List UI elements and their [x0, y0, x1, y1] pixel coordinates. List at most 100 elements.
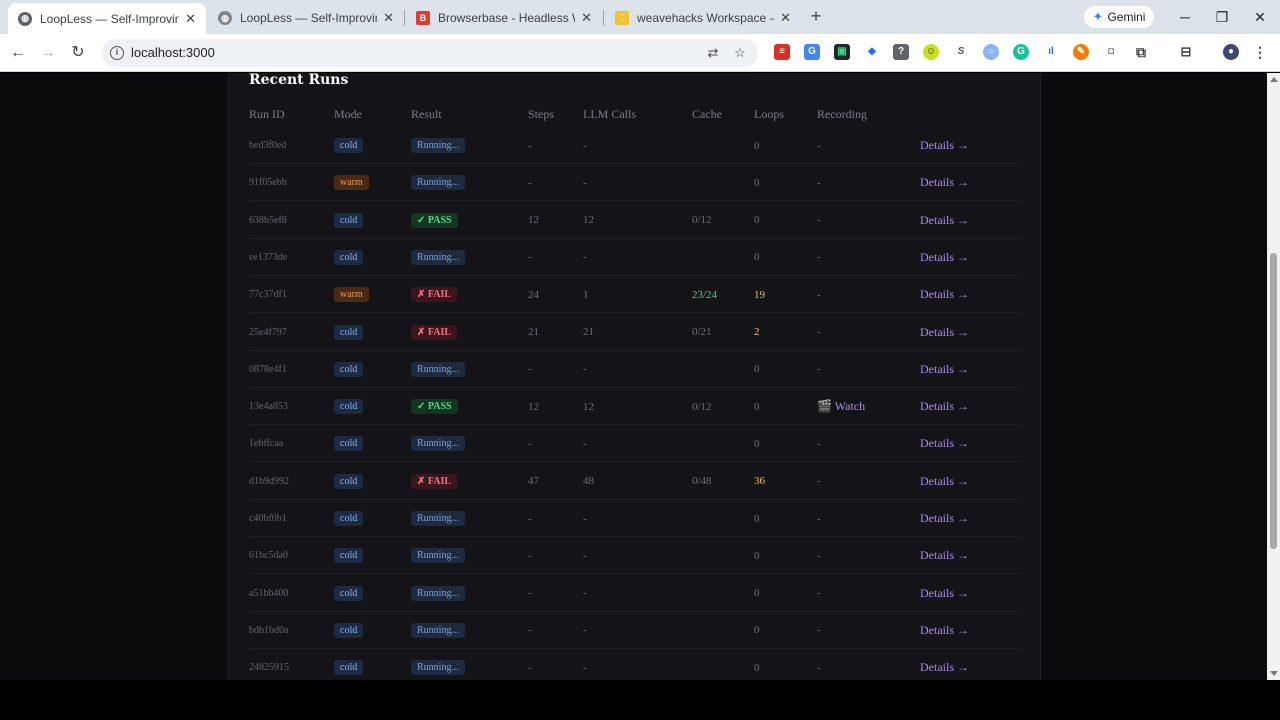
details-link[interactable]: Details →	[920, 287, 969, 302]
extension-help-icon[interactable]: ?	[893, 44, 909, 60]
table-row: ee1373de cold Running... - - 0 - Details →	[249, 239, 1022, 276]
profile-avatar-icon[interactable]: ●	[1223, 44, 1239, 60]
close-icon[interactable]: ✕	[780, 10, 791, 26]
minimize-icon[interactable]: ─	[1173, 6, 1197, 28]
details-link-cell: Details →	[920, 575, 969, 612]
mode-badge-cell: cold	[334, 463, 364, 500]
run-id-cell: 25e4f797	[249, 314, 287, 351]
column-header-cache: Cache	[692, 107, 722, 121]
mode-badge: cold	[334, 436, 364, 452]
run-id: 25e4f797	[249, 326, 287, 338]
result-badge-cell: Running...	[411, 649, 465, 680]
run-id-cell: d1b9d992	[249, 463, 289, 500]
reload-icon[interactable]: ↻	[67, 42, 89, 64]
column-header-loops: Loops	[754, 107, 784, 121]
scrollbar-thumb[interactable]	[1270, 253, 1277, 549]
loops-value: 0	[754, 139, 760, 152]
close-icon[interactable]: ✕	[581, 10, 592, 26]
address-bar[interactable]: i localhost:3000 ⇄ ☆	[102, 39, 758, 67]
back-icon[interactable]: ←	[7, 42, 29, 64]
close-icon[interactable]: ✕	[383, 10, 394, 26]
watch-recording-link-cell: 🎬 Watch	[817, 388, 865, 425]
url-text[interactable]: localhost:3000	[131, 45, 215, 60]
restore-icon[interactable]: ❐	[1210, 6, 1234, 28]
details-link[interactable]: Details →	[920, 175, 969, 190]
extension-orange-icon[interactable]: ✎	[1073, 44, 1089, 60]
result-badge: Running...	[411, 622, 465, 638]
steps-value-cell: -	[528, 575, 532, 612]
llm-calls-value-cell: 21	[583, 314, 594, 351]
extension-grammarly-icon[interactable]: G	[1013, 44, 1029, 60]
extension-camera-icon[interactable]: ◘	[1103, 44, 1119, 60]
tab-title: Browserbase - Headless Web Br	[438, 11, 575, 25]
details-link[interactable]: Details →	[920, 250, 969, 265]
menu-kebab-icon[interactable]: ⋮	[1252, 44, 1268, 60]
extension-translate-icon[interactable]: G	[804, 44, 820, 60]
recording-value-cell: -	[817, 575, 821, 612]
details-link[interactable]: Details →	[920, 362, 969, 377]
page-scrollbar[interactable]	[1267, 73, 1280, 680]
table-row: bdb1bd0a cold Running... - - 0 - Details →	[249, 612, 1022, 649]
extensions-puzzle-icon[interactable]: ⧉	[1133, 44, 1149, 60]
cache-value: 0/12	[692, 214, 712, 227]
mode-badge-cell: warm	[334, 276, 369, 313]
details-link[interactable]: Details →	[920, 586, 969, 601]
new-tab-button[interactable]: +	[806, 5, 826, 27]
loops-value: 0	[754, 587, 760, 600]
site-info-icon[interactable]: i	[110, 46, 124, 60]
side-panel-icon[interactable]: ⊟	[1178, 44, 1194, 60]
result-badge-cell: ✓ PASS	[411, 388, 458, 425]
tab-weavehacks[interactable]: ⁚ weavehacks Workspace – Weig ✕	[605, 4, 801, 32]
extension-search-icon[interactable]: ○	[983, 44, 999, 60]
extension-todoist-icon[interactable]: ≡	[774, 44, 790, 60]
mode-badge-cell: cold	[334, 537, 364, 574]
details-link[interactable]: Details →	[920, 623, 969, 638]
details-link-cell: Details →	[920, 164, 969, 201]
details-link-cell: Details →	[920, 239, 969, 276]
watch-recording-link[interactable]: 🎬 Watch	[817, 399, 865, 414]
steps-value: -	[528, 176, 532, 189]
scroll-up-arrow-icon[interactable]	[1270, 77, 1278, 82]
extension-face-icon[interactable]: ☺	[923, 44, 939, 60]
loops-value: 19	[754, 288, 765, 301]
extension-terminal-icon[interactable]: ▣	[834, 44, 850, 60]
result-badge-cell: ✗ FAIL	[411, 276, 458, 313]
details-link[interactable]: Details →	[920, 660, 969, 675]
table-row: d1b9d992 cold ✗ FAIL 47 48 0/48 36 - Details →	[249, 463, 1022, 500]
llm-calls-value: -	[583, 661, 587, 674]
window-close-icon[interactable]: ✕	[1248, 6, 1272, 28]
extension-s-icon[interactable]: S	[953, 44, 969, 60]
forward-icon[interactable]: →	[37, 42, 59, 64]
details-link-cell: Details →	[920, 314, 969, 351]
loops-value-cell: 0	[754, 388, 760, 425]
scroll-down-arrow-icon[interactable]	[1270, 671, 1278, 676]
details-link[interactable]: Details →	[920, 213, 969, 228]
details-link[interactable]: Details →	[920, 548, 969, 563]
tab-looplless[interactable]: ◍ LoopLess — Self-Improving Bro ✕	[208, 4, 404, 32]
steps-value-cell: -	[528, 612, 532, 649]
translate-icon[interactable]: ⇄	[704, 44, 722, 62]
details-link[interactable]: Details →	[920, 399, 969, 414]
steps-value-cell: 47	[528, 463, 539, 500]
tab-looplless-active[interactable]: ◍ LoopLess — Self-Improving Bro ✕	[8, 3, 206, 34]
details-link[interactable]: Details →	[920, 138, 969, 153]
run-id-cell: 638b5ef8	[249, 202, 287, 239]
bookmark-star-icon[interactable]: ☆	[731, 44, 749, 62]
result-badge: Running...	[411, 660, 465, 676]
details-link[interactable]: Details →	[920, 325, 969, 340]
extension-diamond-icon[interactable]: ◆	[864, 44, 880, 60]
details-link[interactable]: Details →	[920, 474, 969, 489]
extension-chart-icon[interactable]: ıl	[1043, 44, 1059, 60]
mode-badge: cold	[334, 138, 364, 153]
tab-strip: ◍ LoopLess — Self-Improving Bro ✕ ◍ Loop…	[0, 0, 1280, 34]
details-link[interactable]: Details →	[920, 436, 969, 451]
tab-browserbase[interactable]: B Browserbase - Headless Web Br ✕	[406, 4, 602, 32]
run-id: 24825915	[249, 662, 289, 674]
tab-divider	[603, 10, 604, 26]
close-icon[interactable]: ✕	[185, 11, 196, 27]
details-link[interactable]: Details →	[920, 511, 969, 526]
gemini-button[interactable]: ✦ Gemini	[1084, 6, 1154, 28]
recording-value: -	[817, 624, 821, 637]
llm-calls-value-cell: -	[583, 649, 587, 680]
column-header-llm-calls: LLM Calls	[583, 107, 636, 121]
